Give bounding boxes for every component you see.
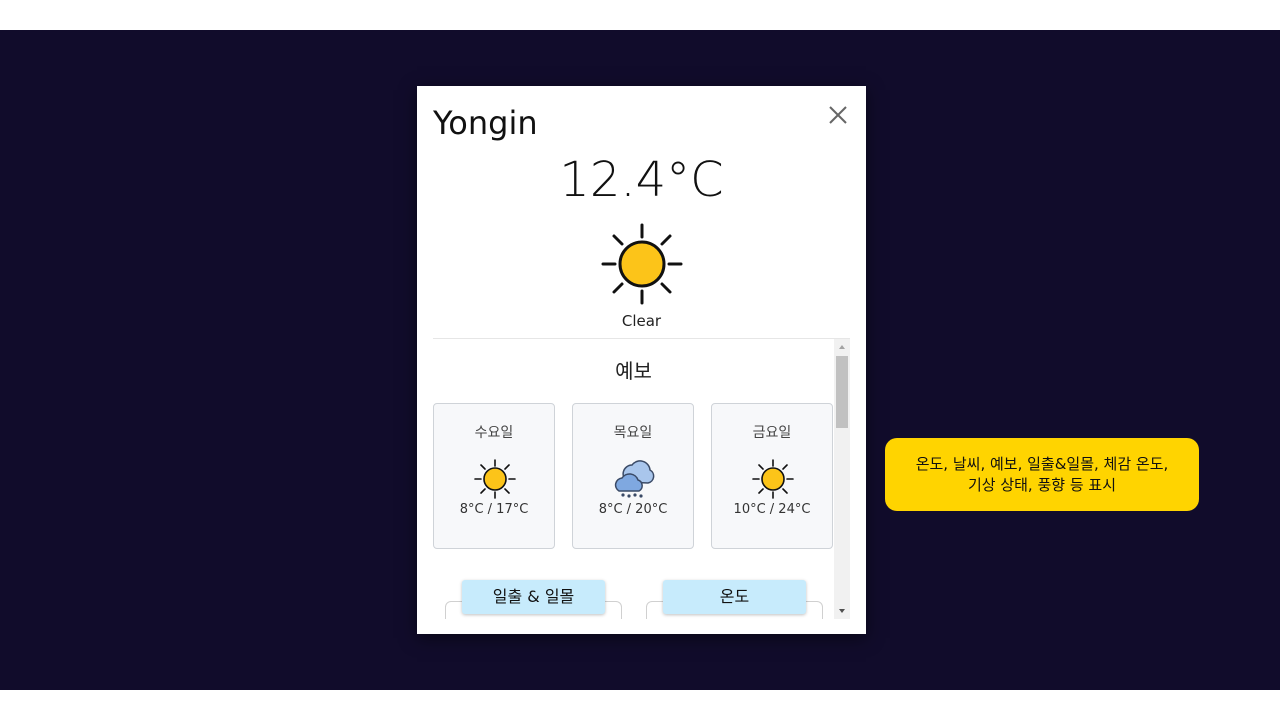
forecast-title: 예보: [615, 359, 652, 383]
forecast-day: 목요일: [613, 425, 653, 441]
vertical-scrollbar[interactable]: [834, 339, 850, 619]
scroll-up-arrow-icon[interactable]: [834, 339, 850, 355]
sun-icon: [474, 459, 516, 499]
forecast-temp-range: 8°C / 17°C: [459, 502, 529, 517]
forecast-card-wednesday: 수요일 8°C / 17°C: [433, 403, 555, 549]
forecast-temp-range: 8°C / 20°C: [598, 502, 668, 517]
forecast-temp-range: 10°C / 24°C: [733, 502, 811, 517]
city-name: Yongin: [433, 104, 538, 142]
forecast-card-friday: 금요일 10°C / 24°C: [711, 403, 833, 549]
annotation-line-2: 기상 상태, 풍향 등 표시: [967, 475, 1117, 494]
annotation-callout: 온도, 날씨, 예보, 일출&일몰, 체감 온도, 기상 상태, 풍향 등 표시: [885, 438, 1199, 511]
forecast-card-thursday: 목요일 8°C / 20°C: [572, 403, 694, 549]
weather-card: Yongin 12.4°C Clear 예보 수요일 8°C / 17°C 목요…: [417, 86, 866, 634]
forecast-day: 금요일: [752, 425, 792, 441]
sun-icon: [752, 459, 794, 499]
current-temperature: 12.4°C: [559, 152, 724, 208]
scrollbar-thumb[interactable]: [836, 356, 848, 428]
scroll-down-arrow-icon[interactable]: [834, 603, 850, 619]
annotation-line-1: 온도, 날씨, 예보, 일출&일몰, 체감 온도,: [915, 454, 1169, 473]
temperature-tab[interactable]: 온도: [663, 580, 806, 614]
details-scroll-area[interactable]: 예보 수요일 8°C / 17°C 목요일 8°C / 20°C 금요일 10°…: [433, 339, 834, 619]
sunrise-sunset-tab[interactable]: 일출 & 일몰: [462, 580, 605, 614]
forecast-day: 수요일: [474, 425, 514, 441]
sun-icon: [601, 223, 683, 305]
close-icon[interactable]: [824, 101, 852, 129]
weather-condition: Clear: [621, 312, 662, 330]
cloud-rain-icon: [614, 460, 655, 498]
